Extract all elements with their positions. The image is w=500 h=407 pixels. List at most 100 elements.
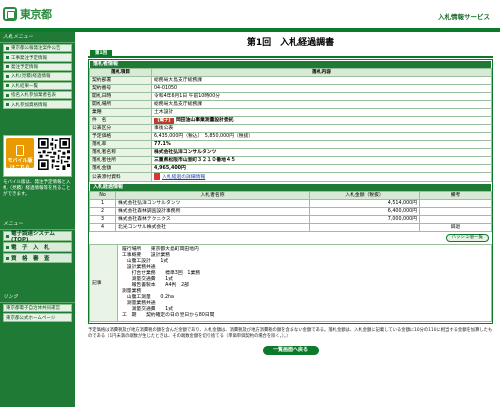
sidebar-item-label: 発注予定情報 [11, 64, 38, 70]
electronic-badge: 【電子】 [154, 118, 174, 124]
link-item-label: 東京都電子自治体共同運営 [6, 306, 60, 312]
bid-amount: 7,000,000円 [309, 215, 420, 224]
info-row: 開札場所 総務局大島支庁総務課 [89, 100, 492, 109]
table-row: 3 株式会社森林テクニクス 7,000,000円 [89, 215, 492, 224]
tokyo-logo[interactable]: 東京都 [3, 6, 52, 22]
info-value: 総務局大島支庁総務課 [151, 76, 492, 85]
info-value-text: 総務局大島支庁総務課 [154, 78, 202, 83]
sidebar-item-4[interactable]: 入札結果一覧 [3, 81, 72, 90]
info-label: 契約部署 [89, 76, 152, 85]
info-value: 04-01050 [151, 84, 492, 93]
attachment-link[interactable]: 入札経過の詳細情報 [162, 175, 205, 180]
attachment-cell: 入札経過の詳細情報 [151, 172, 492, 182]
info-label: 開札日時 [89, 92, 152, 101]
hist-col-amount: 入札金額（税抜） [309, 191, 420, 200]
header: 東京都 入札情報サービス [0, 0, 500, 28]
bullet-icon [6, 234, 9, 238]
link-item-1[interactable]: 東京都公式ホームページ [3, 313, 72, 322]
mobile-button[interactable]: モバイル版 はこちら [6, 138, 34, 171]
system-item-1[interactable]: 電 子 入 札 [3, 242, 72, 252]
service-name: 入札情報サービス [438, 13, 490, 21]
tab-round-1[interactable]: 第1回 [90, 50, 113, 58]
sidebar-item-label: 工事発注予定情報 [11, 55, 47, 61]
info-label: 業種 [89, 108, 152, 117]
info-row: 契約番号 04-01050 [89, 84, 492, 93]
winner-table: 落札項目 落札内容 契約部署 総務局大島支庁総務課 契約番号 04-01050 開札日時… [89, 68, 492, 182]
bullet-icon [6, 65, 9, 69]
info-value-text: 04-01050 [154, 86, 178, 91]
info-row: 業種 土木設計 [89, 108, 492, 117]
back-to-list-button[interactable]: 一覧画面へ戻る [262, 346, 319, 355]
table-row: 1 株式会社弘洋コンサルタンツ 4,514,000円 [89, 199, 492, 208]
col-content-header: 落札内容 [151, 68, 492, 77]
bid-note: 辞退 [419, 223, 492, 232]
bid-no: 1 [89, 199, 116, 208]
notes-body: 履行場所 東京都大島町岡田地内 工事概要 設計業務 山腹工設計 1式 設計業務共通… [117, 244, 492, 322]
system-item-0[interactable]: 電子調達システム(TOP) [3, 231, 72, 243]
sidebar-item-3[interactable]: 入札(見積)経過情報 [3, 72, 72, 81]
info-value-text: 4,965,400円 [154, 166, 186, 171]
info-label: 契約番号 [89, 84, 152, 93]
info-row: 落札者住所 三重県松阪市山室町３２１０番地４５ [89, 156, 492, 165]
table-row: 2 株式会社森林調査設計事務所 6,400,000円 [89, 207, 492, 216]
info-label: 開札場所 [89, 100, 152, 109]
notes-line: 工 期 契約確定の日の翌日から80日間 [122, 313, 215, 318]
bullet-icon [6, 74, 9, 78]
info-row: 契約部署 総務局大島支庁総務課 [89, 76, 492, 85]
sidebar-item-1[interactable]: 工事発注予定情報 [3, 53, 72, 62]
sidebar-item-0[interactable]: 東京都公報発注案件公告 [3, 44, 72, 53]
mobile-banner[interactable]: モバイル版 はこちら [3, 135, 72, 177]
info-value-text: 岡田油山事業測量設計委託 [176, 118, 234, 123]
info-label: 落札者名称 [89, 148, 152, 157]
info-value-text: 6,435,000円（税込） 5,850,000円（税抜） [154, 134, 254, 139]
bullet-icon [6, 46, 9, 50]
hist-col-name: 入札者名称 [115, 191, 310, 200]
bidder-name: 北光コンサル株式会社 [115, 223, 310, 232]
info-value-text: 令和4年6月1日 午前10時00分 [154, 94, 221, 99]
mobile-sub: はこちら [9, 165, 30, 171]
sidebar-item-2[interactable]: 発注予定情報 [3, 62, 72, 72]
info-value: 事後公表 [151, 124, 492, 133]
table-row: 4 北光コンサル株式会社 辞退 [89, 223, 492, 232]
bullet-icon [6, 103, 9, 107]
info-row: 公表区分 事後公表 [89, 124, 492, 133]
bid-no: 2 [89, 207, 116, 216]
system-item-label: 資 格 審 査 [11, 256, 50, 262]
col-item-header: 落札項目 [89, 68, 152, 77]
mobile-label: モバイル版 [7, 158, 33, 164]
bid-amount: 4,514,000円 [309, 199, 420, 208]
info-label: 公表区分 [89, 124, 152, 133]
system-item-label: 電子調達システム(TOP) [11, 231, 55, 243]
info-row: 落札者名称 株式会社弘洋コンサルタンツ [89, 148, 492, 157]
info-value-text: 事後公表 [154, 126, 174, 131]
sidebar-item-label: 入札結果一覧 [11, 83, 38, 89]
sidebar-item-6[interactable]: 入札参加資格情報 [3, 100, 72, 109]
info-label: 落札率 [89, 140, 152, 149]
sidebar-item-5[interactable]: 指名入札参加業者名表 [3, 90, 72, 100]
pdf-icon [154, 173, 160, 180]
info-row: 落札率 77.1% [89, 140, 492, 149]
info-row: 件 名【電子】 岡田油山事業測量設計委託 [89, 116, 492, 125]
info-row: 落札金額 4,965,400円 [89, 164, 492, 173]
footer-note: 予定価格は消費税及び地方消費税の額を含んだ金額であり、入札金額は、消費税及び地方… [88, 328, 493, 339]
info-value: 三重県松阪市山室町３２１０番地４５ [151, 156, 492, 165]
bullet-icon [6, 256, 9, 260]
bid-amount [309, 223, 420, 232]
main-content: 第1回 入札経過調書 第1回 落札者情報 落札項目 落札内容 契約部署 総務局大島… [88, 32, 493, 355]
hash-list-button[interactable]: ハッシュ値一覧 [445, 234, 489, 242]
info-value: 【電子】 岡田油山事業測量設計委託 [151, 116, 492, 125]
system-item-2[interactable]: 資 格 審 査 [3, 253, 72, 263]
link-item-0[interactable]: 東京都電子自治体共同運営 [3, 304, 72, 313]
sidebar-menu-title: 入札メニュー [0, 32, 75, 43]
bid-note [419, 207, 492, 216]
section-bid-history: 入札経過情報 [90, 184, 491, 191]
bid-no: 3 [89, 215, 116, 224]
info-value: 株式会社弘洋コンサルタンツ [151, 148, 492, 157]
tokyo-emblem-icon [3, 7, 17, 21]
bid-history-table: No 入札者名称 入札金額（税抜） 備考 1 株式会社弘洋コンサルタンツ 4,514… [89, 191, 492, 232]
bidder-name: 株式会社弘洋コンサルタンツ [115, 199, 310, 208]
bullet-icon [6, 84, 9, 88]
system-item-label: 電 子 入 札 [11, 245, 50, 251]
info-row: 予定価格 6,435,000円（税込） 5,850,000円（税抜） [89, 132, 492, 141]
info-value-text: 三重県松阪市山室町３２１０番地４５ [154, 158, 236, 163]
